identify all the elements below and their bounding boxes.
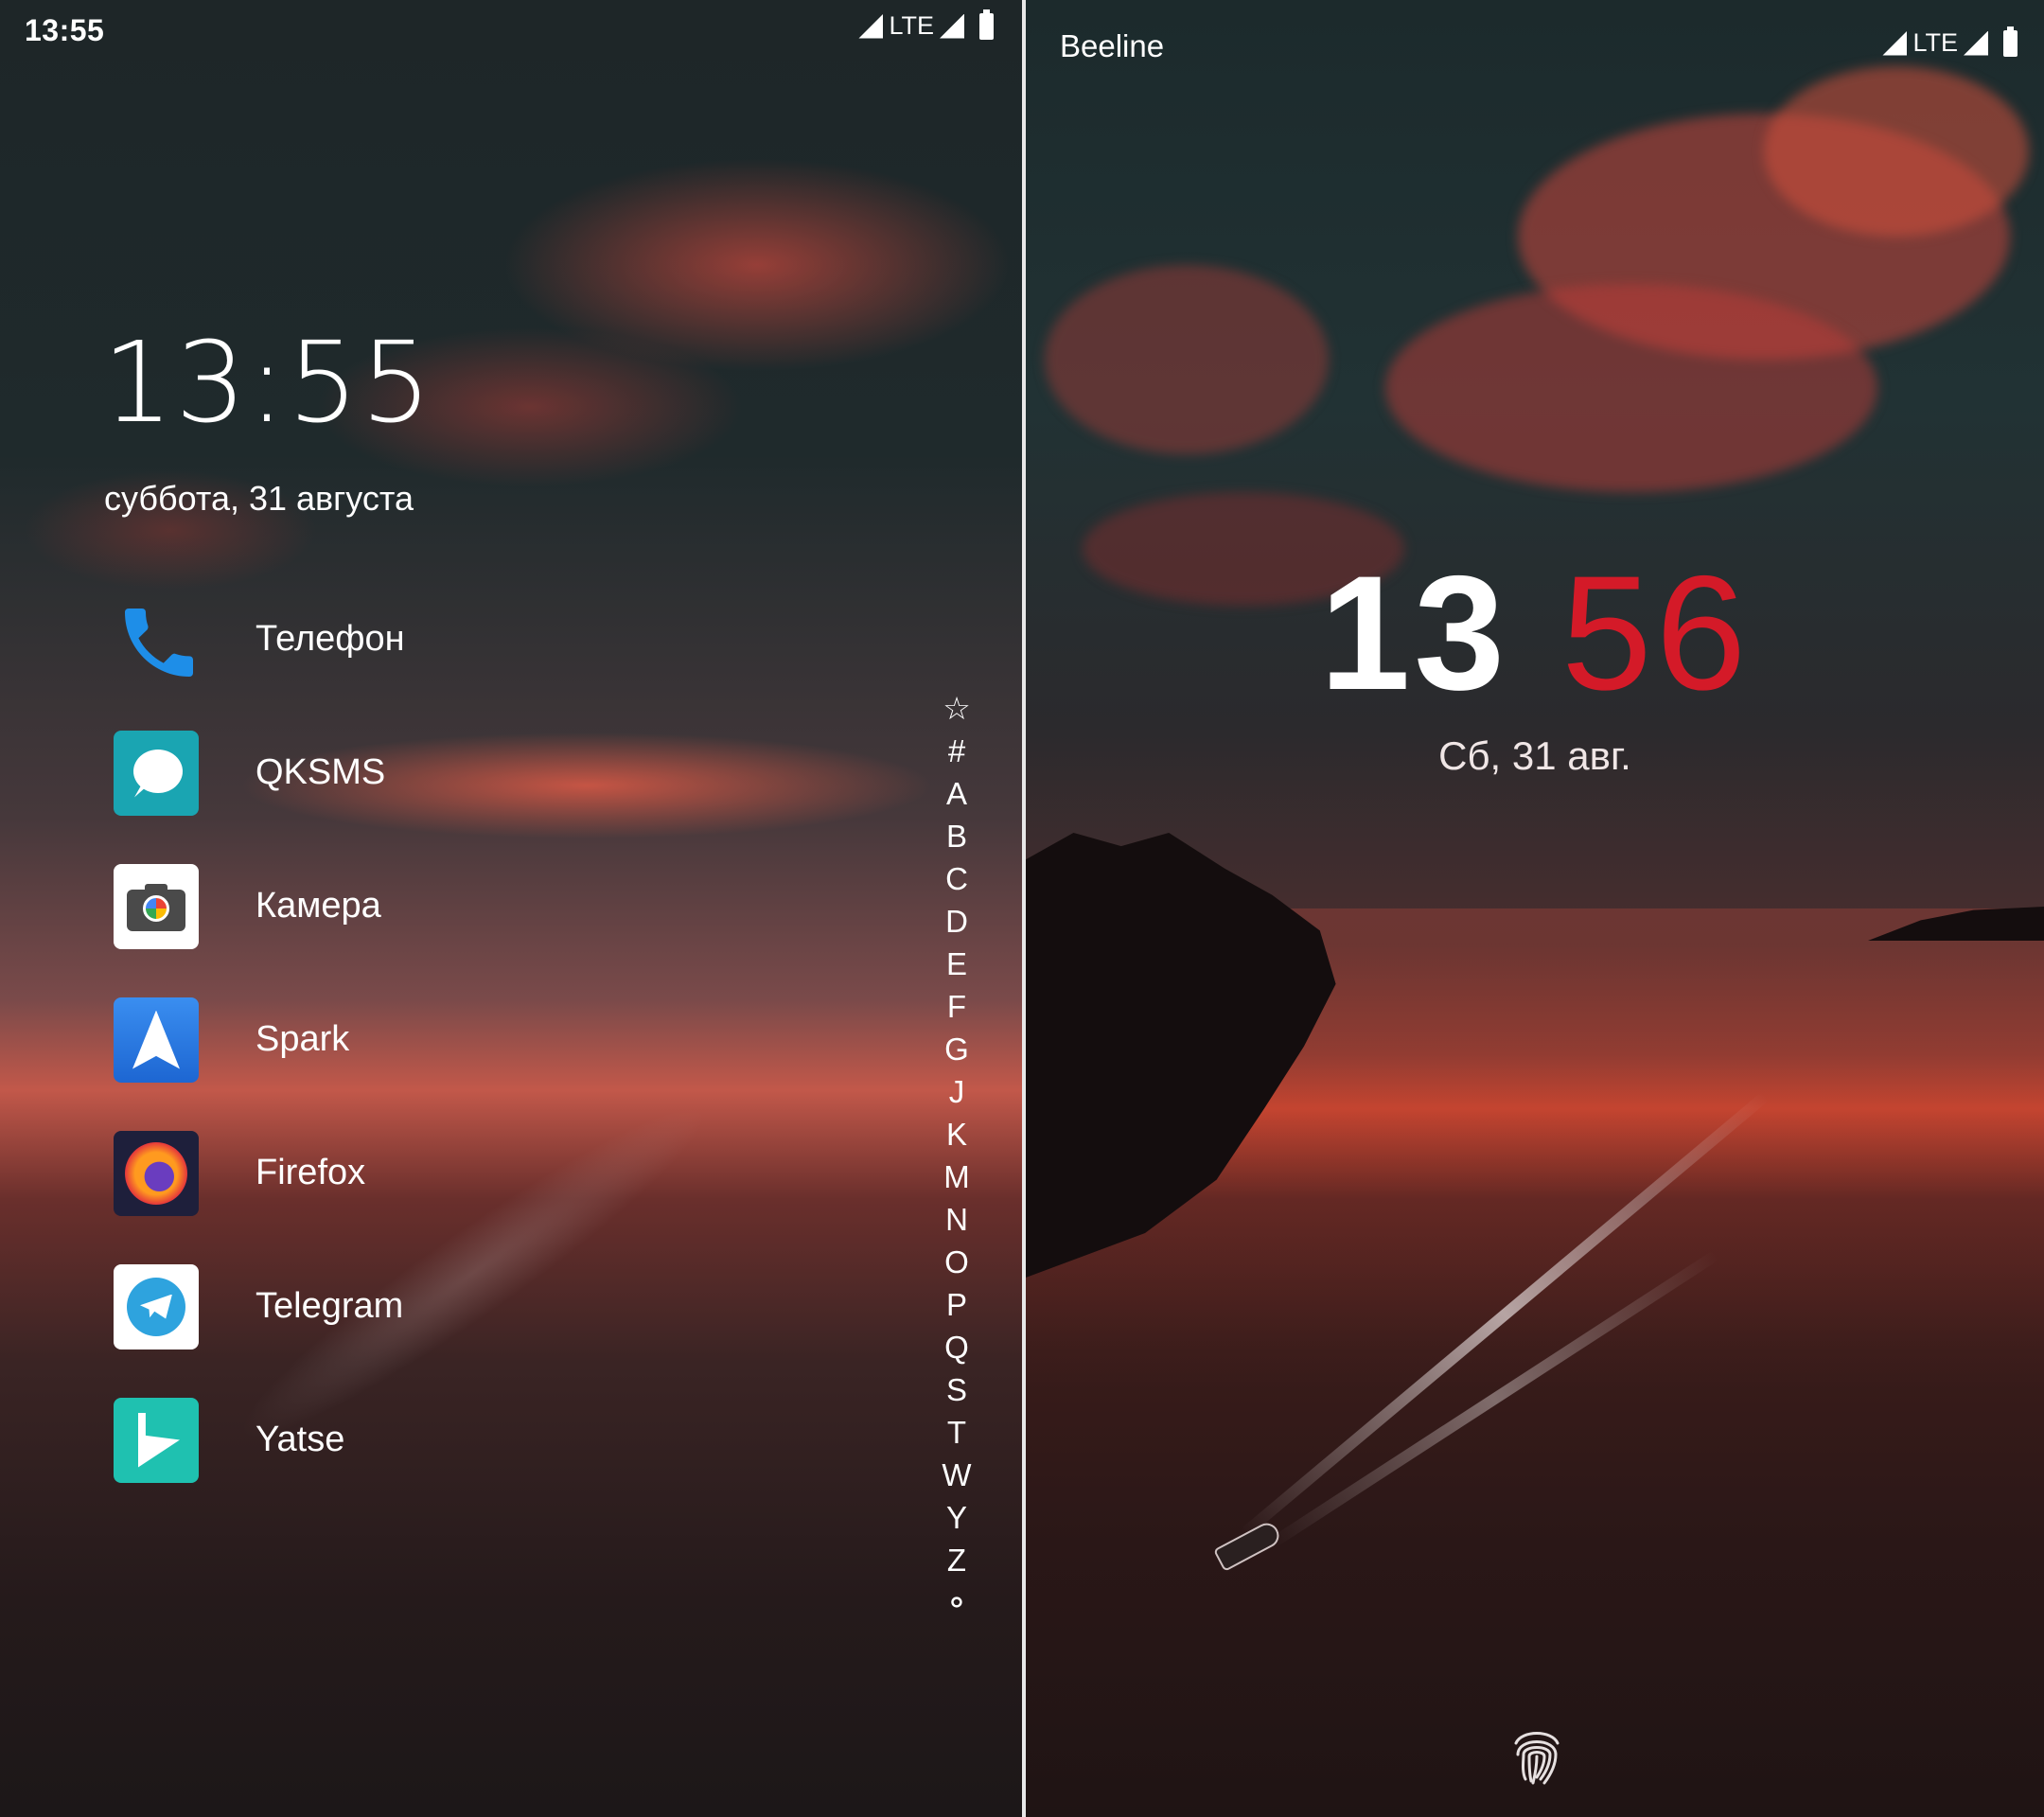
index-letter[interactable]: M (940, 1155, 974, 1198)
index-letter[interactable]: K (940, 1113, 974, 1155)
alphabet-index-bar[interactable]: ☆ # A B C D E F G J K M N O P Q S T W Y … (940, 687, 974, 1624)
index-letter[interactable]: Q (940, 1326, 974, 1368)
index-letter[interactable]: Z (940, 1539, 974, 1581)
app-telegram[interactable]: Telegram (114, 1240, 681, 1373)
index-other[interactable]: ⚬ (940, 1581, 974, 1624)
clock-minutes: 56 (1561, 542, 1751, 724)
firefox-icon (114, 1130, 199, 1216)
index-letter[interactable]: F (940, 985, 974, 1028)
play-icon (114, 1397, 199, 1483)
index-letter[interactable]: Y (940, 1496, 974, 1539)
signal-icon (1882, 30, 1908, 56)
signal-icon (858, 13, 884, 39)
lockscreen-clock: 13 56 (1026, 539, 2044, 727)
index-letter[interactable]: W (940, 1454, 974, 1496)
status-bar-icons: LTE (1882, 26, 2018, 58)
paper-plane-icon (114, 997, 199, 1083)
launcher-screen: 13:55 LTE 13:55 суббота, 31 августа Теле… (0, 0, 1022, 1817)
battery-icon (2003, 26, 2018, 57)
app-label: Yatse (256, 1420, 345, 1459)
app-label: Firefox (256, 1153, 366, 1192)
fingerprint-icon[interactable] (1508, 1722, 1565, 1789)
app-firefox[interactable]: Firefox (114, 1106, 681, 1240)
app-phone[interactable]: Телефон (114, 573, 681, 706)
date-widget[interactable]: суббота, 31 августа (104, 479, 414, 519)
status-bar-icons: LTE (858, 9, 994, 41)
app-yatse[interactable]: Yatse (114, 1373, 681, 1507)
index-letter[interactable]: C (940, 857, 974, 900)
clock-hours: 13 (1319, 542, 1508, 724)
app-label: Телефон (256, 619, 405, 659)
app-label: QKSMS (256, 752, 386, 792)
wallpaper-cloud (1764, 66, 2029, 237)
camera-icon (114, 863, 199, 949)
phone-icon (114, 597, 199, 682)
signal-icon (940, 13, 964, 39)
battery-icon (979, 9, 994, 40)
app-qksms[interactable]: QKSMS (114, 706, 681, 839)
index-favorites[interactable]: ☆ (940, 687, 974, 730)
index-letter[interactable]: # (940, 730, 974, 772)
index-letter[interactable]: S (940, 1368, 974, 1411)
lock-screen: Beeline LTE 13 56 Сб, 31 авг. (1026, 0, 2044, 1817)
app-camera[interactable]: Камера (114, 839, 681, 973)
chat-bubble-icon (114, 730, 199, 816)
telegram-icon (114, 1263, 199, 1350)
network-type: LTE (889, 11, 934, 40)
wallpaper-cloud (1385, 284, 1877, 492)
carrier-name: Beeline (1060, 28, 1165, 63)
app-spark[interactable]: Spark (114, 973, 681, 1106)
index-letter[interactable]: N (940, 1198, 974, 1241)
index-letter[interactable]: J (940, 1070, 974, 1113)
index-letter[interactable]: T (940, 1411, 974, 1454)
index-letter[interactable]: G (940, 1028, 974, 1070)
index-letter[interactable]: P (940, 1283, 974, 1326)
status-bar-time: 13:55 (25, 13, 105, 47)
lockscreen-date: Сб, 31 авг. (1438, 733, 1631, 778)
app-label: Spark (256, 1019, 350, 1059)
wallpaper-cloud (1045, 265, 1329, 454)
favorite-apps-list: Телефон QKSMS Камера Spark Firefox Teleg… (114, 573, 681, 1507)
app-label: Камера (256, 886, 381, 926)
index-letter[interactable]: E (940, 943, 974, 985)
index-letter[interactable]: O (940, 1241, 974, 1283)
network-type: LTE (1912, 28, 1958, 57)
index-letter[interactable]: A (940, 772, 974, 815)
app-label: Telegram (256, 1286, 404, 1326)
signal-icon (1964, 30, 1988, 56)
clock-widget[interactable]: 13:55 (102, 317, 433, 448)
index-letter[interactable]: B (940, 815, 974, 857)
index-letter[interactable]: D (940, 900, 974, 943)
